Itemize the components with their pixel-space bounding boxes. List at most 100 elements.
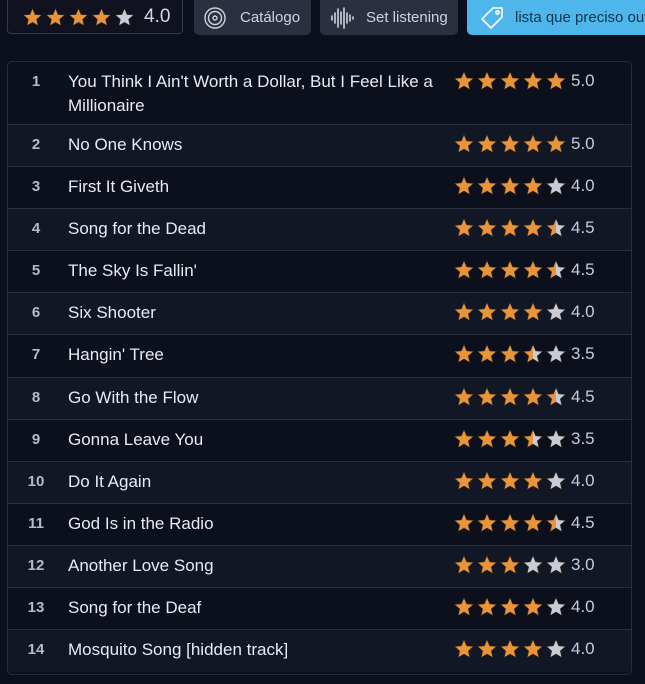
track-title[interactable]: The Sky Is Fallin' — [68, 259, 438, 283]
track-rating-star-icon[interactable] — [545, 175, 567, 197]
track-rating-star-icon[interactable] — [453, 428, 475, 450]
track-rating-star-icon[interactable] — [499, 386, 521, 408]
track-rating-stars[interactable] — [453, 217, 567, 239]
track-rating-star-icon[interactable] — [499, 175, 521, 197]
track-row[interactable]: 8 Go With the Flow 4.5 — [8, 377, 631, 420]
track-title[interactable]: First It Giveth — [68, 175, 438, 199]
track-rating-star-icon[interactable] — [545, 512, 567, 534]
track-rating-star-icon[interactable] — [499, 554, 521, 576]
track-rating-star-icon[interactable] — [476, 470, 498, 492]
track-rating-star-icon[interactable] — [545, 554, 567, 576]
track-rating-star-icon[interactable] — [453, 512, 475, 534]
track-rating-stars[interactable] — [453, 70, 567, 92]
track-rating-star-icon[interactable] — [453, 133, 475, 155]
track-rating-stars[interactable] — [453, 343, 567, 365]
track-rating-stars[interactable] — [453, 596, 567, 618]
track-title[interactable]: Go With the Flow — [68, 386, 438, 410]
track-row[interactable]: 12 Another Love Song 3.0 — [8, 545, 631, 589]
track-title[interactable]: Hangin' Tree — [68, 343, 438, 367]
track-row[interactable]: 14 Mosquito Song [hidden track] 4.0 — [8, 630, 631, 673]
track-rating-star-icon[interactable] — [453, 638, 475, 660]
album-rating[interactable]: 4.0 — [7, 0, 183, 34]
track-rating-star-icon[interactable] — [499, 133, 521, 155]
track-rating-star-icon[interactable] — [499, 638, 521, 660]
album-rating-star-icon[interactable] — [68, 7, 89, 28]
track-row[interactable]: 13 Song for the Deaf 4.0 — [8, 588, 631, 631]
track-rating-star-icon[interactable] — [476, 301, 498, 323]
catalog-button[interactable]: Catálogo — [194, 0, 311, 35]
track-rating-star-icon[interactable] — [453, 596, 475, 618]
album-rating-stars[interactable] — [22, 7, 135, 28]
track-rating-stars[interactable] — [453, 428, 567, 450]
track-rating-star-icon[interactable] — [545, 70, 567, 92]
track-rating-star-icon[interactable] — [545, 259, 567, 281]
track-rating-star-icon[interactable] — [476, 554, 498, 576]
track-rating-star-icon[interactable] — [453, 175, 475, 197]
track-rating-star-icon[interactable] — [453, 470, 475, 492]
track-rating-stars[interactable] — [453, 470, 567, 492]
track-rating-star-icon[interactable] — [522, 70, 544, 92]
track-rating-stars[interactable] — [453, 133, 567, 155]
track-rating-star-icon[interactable] — [522, 343, 544, 365]
track-rating-star-icon[interactable] — [522, 133, 544, 155]
track-row[interactable]: 3 First It Giveth 4.0 — [8, 167, 631, 210]
track-title[interactable]: God Is in the Radio — [68, 512, 438, 536]
track-rating-star-icon[interactable] — [476, 428, 498, 450]
track-title[interactable]: Mosquito Song [hidden track] — [68, 638, 438, 662]
track-rating-star-icon[interactable] — [453, 343, 475, 365]
track-rating-star-icon[interactable] — [522, 638, 544, 660]
album-rating-star-icon[interactable] — [91, 7, 112, 28]
track-title[interactable]: Gonna Leave You — [68, 428, 438, 452]
track-rating-star-icon[interactable] — [545, 428, 567, 450]
track-rating-star-icon[interactable] — [522, 386, 544, 408]
track-rating-stars[interactable] — [453, 638, 567, 660]
track-rating-star-icon[interactable] — [499, 217, 521, 239]
album-rating-star-icon[interactable] — [114, 7, 135, 28]
track-title[interactable]: No One Knows — [68, 133, 438, 157]
track-row[interactable]: 6 Six Shooter 4.0 — [8, 293, 631, 336]
track-rating-star-icon[interactable] — [476, 638, 498, 660]
track-rating-star-icon[interactable] — [522, 301, 544, 323]
track-rating-star-icon[interactable] — [476, 175, 498, 197]
track-rating-star-icon[interactable] — [545, 343, 567, 365]
track-rating-star-icon[interactable] — [476, 386, 498, 408]
track-rating-star-icon[interactable] — [545, 638, 567, 660]
track-rating-star-icon[interactable] — [499, 301, 521, 323]
album-rating-star-icon[interactable] — [22, 7, 43, 28]
track-rating-stars[interactable] — [453, 386, 567, 408]
track-rating-star-icon[interactable] — [545, 596, 567, 618]
track-rating-star-icon[interactable] — [522, 596, 544, 618]
track-rating-star-icon[interactable] — [522, 554, 544, 576]
track-rating-star-icon[interactable] — [522, 470, 544, 492]
track-row[interactable]: 10 Do It Again 4.0 — [8, 461, 631, 504]
track-rating-stars[interactable] — [453, 554, 567, 576]
track-rating-star-icon[interactable] — [453, 217, 475, 239]
track-rating-star-icon[interactable] — [499, 343, 521, 365]
track-rating-stars[interactable] — [453, 301, 567, 323]
track-row[interactable]: 4 Song for the Dead 4.5 — [8, 209, 631, 252]
track-rating-star-icon[interactable] — [499, 596, 521, 618]
track-rating-star-icon[interactable] — [476, 70, 498, 92]
track-rating-star-icon[interactable] — [476, 343, 498, 365]
track-rating-star-icon[interactable] — [476, 217, 498, 239]
track-rating-star-icon[interactable] — [545, 470, 567, 492]
track-rating-star-icon[interactable] — [499, 70, 521, 92]
track-rating-star-icon[interactable] — [476, 596, 498, 618]
track-title[interactable]: Song for the Dead — [68, 217, 438, 241]
track-rating-star-icon[interactable] — [453, 554, 475, 576]
track-rating-star-icon[interactable] — [476, 259, 498, 281]
track-row[interactable]: 5 The Sky Is Fallin' 4.5 — [8, 251, 631, 294]
track-rating-star-icon[interactable] — [453, 70, 475, 92]
track-rating-star-icon[interactable] — [522, 512, 544, 534]
track-rating-star-icon[interactable] — [499, 259, 521, 281]
track-rating-star-icon[interactable] — [453, 386, 475, 408]
track-rating-star-icon[interactable] — [476, 512, 498, 534]
track-row[interactable]: 1 You Think I Ain't Worth a Dollar, But I… — [8, 62, 631, 125]
track-row[interactable]: 7 Hangin' Tree 3.5 — [8, 335, 631, 378]
track-rating-star-icon[interactable] — [499, 428, 521, 450]
track-row[interactable]: 11 God Is in the Radio 4.5 — [8, 504, 631, 546]
track-rating-star-icon[interactable] — [453, 259, 475, 281]
track-title[interactable]: You Think I Ain't Worth a Dollar, But I … — [68, 70, 438, 118]
track-rating-star-icon[interactable] — [499, 470, 521, 492]
track-rating-star-icon[interactable] — [545, 133, 567, 155]
